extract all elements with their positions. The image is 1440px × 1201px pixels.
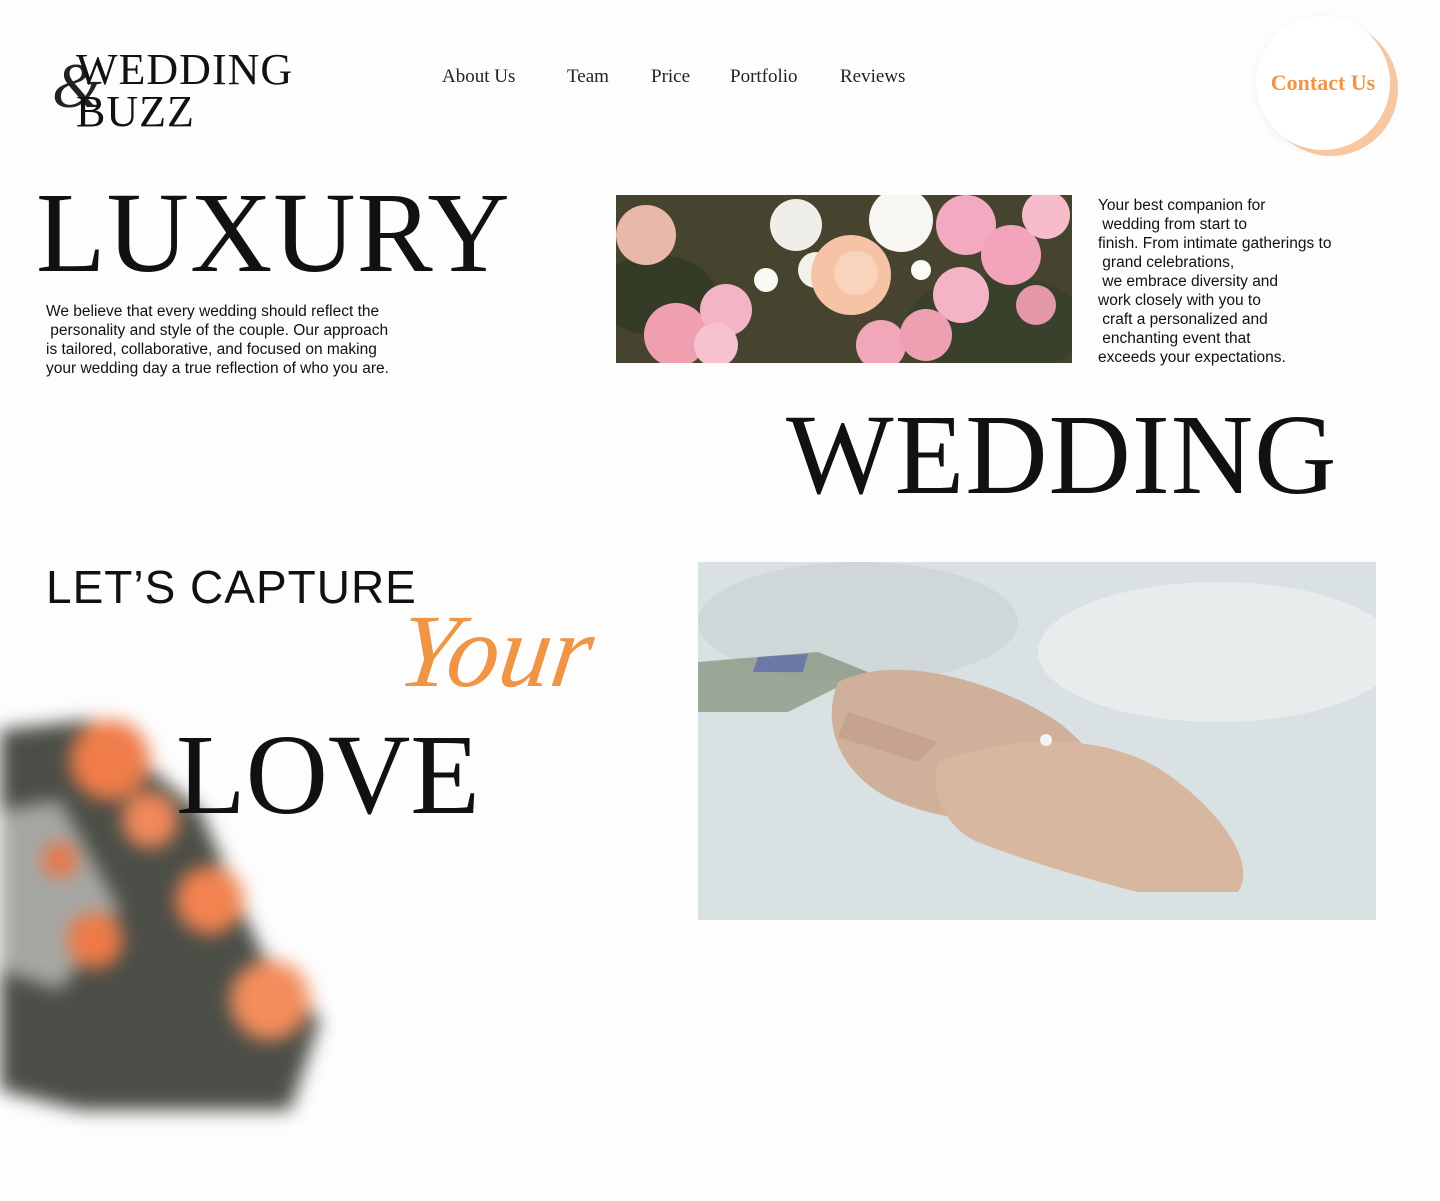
- contact-us-label: Contact Us: [1270, 70, 1376, 95]
- intro-paragraph-left: We believe that every wedding should ref…: [46, 303, 389, 377]
- headline-love: LOVE: [176, 711, 480, 838]
- nav-price[interactable]: Price: [651, 66, 690, 88]
- capture-script-word: Your: [391, 594, 601, 709]
- bouquet-image: [616, 195, 1072, 363]
- nav-team[interactable]: Team: [567, 66, 609, 88]
- capture-heading: LET’S CAPTURE: [46, 561, 417, 613]
- contact-us-button[interactable]: Contact Us: [1256, 16, 1390, 150]
- nav-portfolio[interactable]: Portfolio: [730, 66, 798, 88]
- nav-about-us[interactable]: About Us: [442, 66, 515, 88]
- logo[interactable]: & WEDDING BUZZ: [52, 48, 312, 138]
- logo-line-1: WEDDING: [76, 45, 294, 94]
- headline-luxury: LUXURY: [36, 169, 511, 296]
- intro-paragraph-right: Your best companion for wedding from sta…: [1098, 197, 1332, 366]
- logo-line-2: BUZZ: [76, 87, 195, 136]
- hands-ring-image: [698, 562, 1376, 920]
- nav-reviews[interactable]: Reviews: [840, 66, 905, 88]
- headline-wedding: WEDDING: [786, 391, 1338, 518]
